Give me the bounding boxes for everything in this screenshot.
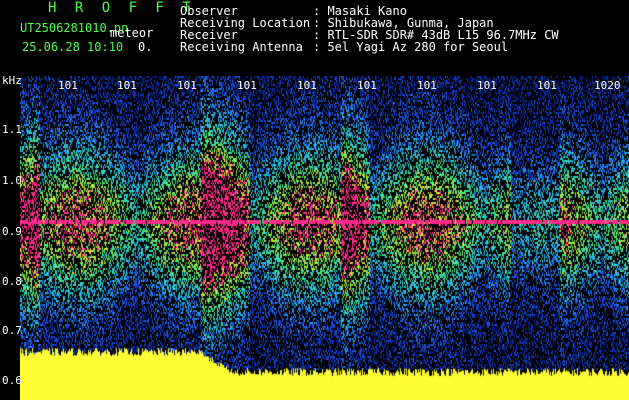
y-tick-label: 0.9	[2, 225, 22, 238]
x-tick-label: 101	[357, 79, 377, 92]
x-tick-label: 101	[117, 79, 137, 92]
y-tick-label: 1.1	[2, 123, 22, 136]
x-tick-label: 101	[237, 79, 257, 92]
x-tick-label: 101	[177, 79, 197, 92]
x-tick-label: 101	[58, 79, 78, 92]
antenna-label: Receiving Antenna	[180, 40, 303, 54]
x-tick-label: 1020	[594, 79, 621, 92]
x-tick-label: 101	[417, 79, 437, 92]
y-axis-unit: kHz	[2, 74, 22, 87]
file-name-suffix: meteor	[110, 26, 154, 40]
timestamp-value: 0.	[138, 40, 153, 54]
y-tick-label: 1.0	[2, 174, 22, 187]
y-tick-label: 0.8	[2, 275, 22, 288]
timestamp: 25.06.28 10:10	[22, 40, 124, 54]
spectrogram-window: H R O F F T UT2506281010.pn meteor 25.06…	[0, 0, 629, 400]
y-tick-label: 0.6	[2, 374, 22, 387]
y-tick-label: 0.7	[2, 324, 22, 337]
x-tick-label: 101	[477, 79, 497, 92]
spectrogram-plot	[20, 76, 629, 400]
app-title: H R O F F T	[48, 0, 196, 16]
x-tick-label: 101	[297, 79, 317, 92]
x-tick-label: 101	[537, 79, 557, 92]
antenna-value: : 5el Yagi Az 280 for Seoul	[313, 40, 509, 54]
